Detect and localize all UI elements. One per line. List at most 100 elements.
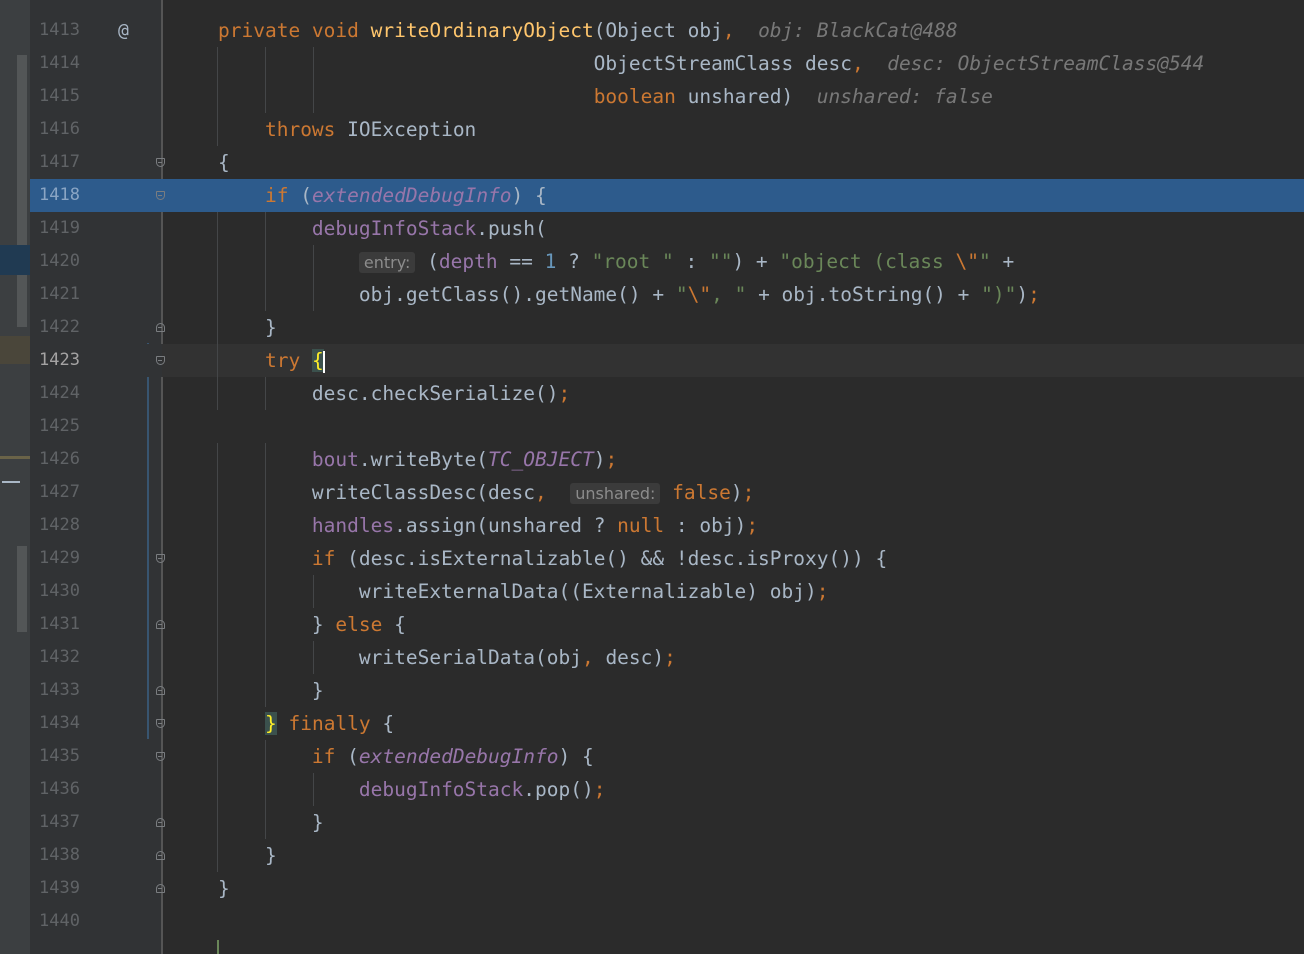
code-line[interactable]: 1424 desc.checkSerialize(); [30, 377, 1304, 410]
gutter-cell[interactable]: 1430 [30, 575, 162, 608]
code-content[interactable]: writeClassDesc(desc, unshared: false); [218, 476, 754, 510]
gutter-cell[interactable]: 1425 [30, 410, 162, 443]
code-content[interactable]: } finally { [218, 707, 394, 740]
gutter-cell[interactable]: 1422 [30, 311, 165, 344]
code-content[interactable]: if (desc.isExternalizable() && !desc.isP… [218, 542, 887, 575]
code-line[interactable]: 1423 try { [30, 344, 1304, 377]
code-line[interactable]: 1414 ObjectStreamClass desc, desc: Objec… [30, 47, 1304, 80]
code-content[interactable]: writeSerialData(obj, desc); [218, 641, 676, 674]
code-content[interactable]: if (extendedDebugInfo) { [218, 740, 594, 773]
code-line[interactable]: 1418 if (extendedDebugInfo) { [30, 179, 1304, 212]
code-editor[interactable]: 1413 @ private void writeOrdinaryObject(Ob… [30, 14, 1304, 938]
fold-expand-icon[interactable] [156, 158, 165, 167]
fold-expand-icon[interactable] [156, 752, 165, 761]
code-line[interactable]: 1439} [30, 872, 1304, 905]
code-line[interactable]: 1427 writeClassDesc(desc, unshared: fals… [30, 476, 1304, 509]
gutter-cell[interactable]: 1437 [30, 806, 165, 839]
code-line[interactable]: 1429 if (desc.isExternalizable() && !des… [30, 542, 1304, 575]
gutter-cell[interactable]: 1424 [30, 377, 162, 410]
code-line[interactable]: 1434 } finally { [30, 707, 1304, 740]
code-line[interactable]: 1426 bout.writeByte(TC_OBJECT); [30, 443, 1304, 476]
code-content[interactable]: ObjectStreamClass desc, desc: ObjectStre… [218, 47, 1205, 80]
fold-collapse-icon[interactable] [156, 818, 165, 827]
code-line[interactable]: 1419 debugInfoStack.push( [30, 212, 1304, 245]
code-content[interactable]: bout.writeByte(TC_OBJECT); [218, 443, 617, 476]
code-line[interactable]: 1431 } else { [30, 608, 1304, 641]
gutter-cell[interactable]: 1429 [30, 542, 165, 575]
override-method-icon[interactable]: @ [118, 14, 129, 47]
code-content[interactable]: debugInfoStack.pop(); [218, 773, 606, 806]
code-content[interactable]: handles.assign(unshared ? null : obj); [218, 509, 758, 542]
gutter-cell[interactable]: 1432 [30, 641, 162, 674]
code-line[interactable]: 1438 } [30, 839, 1304, 872]
gutter-cell[interactable]: 1415 [30, 80, 162, 113]
gutter-cell[interactable]: 1433 [30, 674, 165, 707]
code-line[interactable]: 1422 } [30, 311, 1304, 344]
gutter-cell[interactable]: 1428 [30, 509, 162, 542]
code-line[interactable]: 1413 @ private void writeOrdinaryObject(Ob… [30, 14, 1304, 47]
code-content[interactable]: writeExternalData((Externalizable) obj); [218, 575, 829, 608]
code-content[interactable]: desc.checkSerialize(); [218, 377, 570, 410]
code-line[interactable]: 1436 debugInfoStack.pop(); [30, 773, 1304, 806]
gutter-cell[interactable]: 1431 [30, 608, 165, 641]
gutter-cell[interactable]: 1421 [30, 278, 162, 311]
code-line[interactable]: 1416 throws IOException [30, 113, 1304, 146]
keyword: void [311, 19, 371, 42]
code-content[interactable]: } [218, 311, 277, 344]
code-content[interactable]: { [218, 146, 230, 179]
code-content[interactable]: try { [218, 344, 325, 377]
code-line[interactable]: 1425 [30, 410, 1304, 443]
code-content[interactable]: boolean unshared) unshared: false [218, 80, 993, 113]
fold-expand-icon[interactable] [156, 554, 165, 563]
code-content[interactable]: debugInfoStack.push( [218, 212, 547, 245]
code-content[interactable]: } else { [218, 608, 406, 641]
gutter-cell[interactable]: 1416 [30, 113, 162, 146]
gutter-cell[interactable]: 1434 [30, 707, 165, 740]
fold-collapse-icon[interactable] [156, 620, 165, 629]
gutter-cell[interactable]: 1440 [30, 905, 162, 938]
gutter-cell[interactable]: 1423 [30, 344, 165, 377]
fold-expand-icon[interactable] [156, 191, 165, 200]
code-content[interactable]: throws IOException [218, 113, 476, 146]
gutter-cell[interactable]: 1426 [30, 443, 162, 476]
code-content[interactable]: if (extendedDebugInfo) { [218, 179, 547, 212]
gutter-cell[interactable]: 1439 [30, 872, 165, 905]
gutter-cell[interactable]: 1419 [30, 212, 162, 245]
code-content[interactable]: } [218, 674, 324, 707]
code-content[interactable]: obj.getClass().getName() + "\", " + obj.… [218, 278, 1040, 311]
code-line[interactable]: 1420 entry: (depth == 1 ? "root " : "") … [30, 245, 1304, 278]
code-content[interactable]: } [218, 872, 230, 905]
gutter-cell[interactable]: 1420 [30, 245, 162, 278]
code-line[interactable]: 1415 boolean unshared) unshared: false [30, 80, 1304, 113]
fold-collapse-icon[interactable] [156, 323, 165, 332]
string-literal: " [979, 250, 1003, 273]
code-line[interactable]: 1435 if (extendedDebugInfo) { [30, 740, 1304, 773]
gutter-cell[interactable]: 1438 [30, 839, 165, 872]
code-line[interactable]: 1437 } [30, 806, 1304, 839]
fold-collapse-icon[interactable] [156, 686, 165, 695]
code-content[interactable]: private void writeOrdinaryObject(Object … [218, 14, 958, 47]
code-line[interactable]: 1440 [30, 905, 1304, 938]
code-content[interactable]: } [218, 806, 324, 839]
gutter-cell[interactable]: 1414 [30, 47, 162, 80]
code-line[interactable]: 1421 obj.getClass().getName() + "\", " +… [30, 278, 1304, 311]
fold-collapse-icon[interactable] [156, 884, 165, 893]
debug-inline-value: obj: BlackCat@488 [758, 19, 958, 42]
fold-expand-icon[interactable] [156, 356, 165, 365]
gutter-cell[interactable]: 1435 [30, 740, 165, 773]
line-number: 1439 [39, 878, 80, 898]
code-line[interactable]: 1433 } [30, 674, 1304, 707]
code-content[interactable]: } [218, 839, 277, 872]
fold-expand-icon[interactable] [156, 719, 165, 728]
fold-collapse-icon[interactable] [156, 851, 165, 860]
code-line[interactable]: 1417 { [30, 146, 1304, 179]
code-line[interactable]: 1432 writeSerialData(obj, desc); [30, 641, 1304, 674]
gutter-cell[interactable]: 1418 [30, 179, 165, 212]
code-content[interactable]: entry: (depth == 1 ? "root " : "") + "ob… [218, 245, 1014, 279]
gutter-cell[interactable]: 1427 [30, 476, 162, 509]
code-line[interactable]: 1428 handles.assign(unshared ? null : ob… [30, 509, 1304, 542]
gutter-cell[interactable]: 1417 [30, 146, 165, 179]
gutter-cell[interactable]: 1413 @ [30, 14, 162, 47]
code-line[interactable]: 1430 writeExternalData((Externalizable) … [30, 575, 1304, 608]
gutter-cell[interactable]: 1436 [30, 773, 162, 806]
